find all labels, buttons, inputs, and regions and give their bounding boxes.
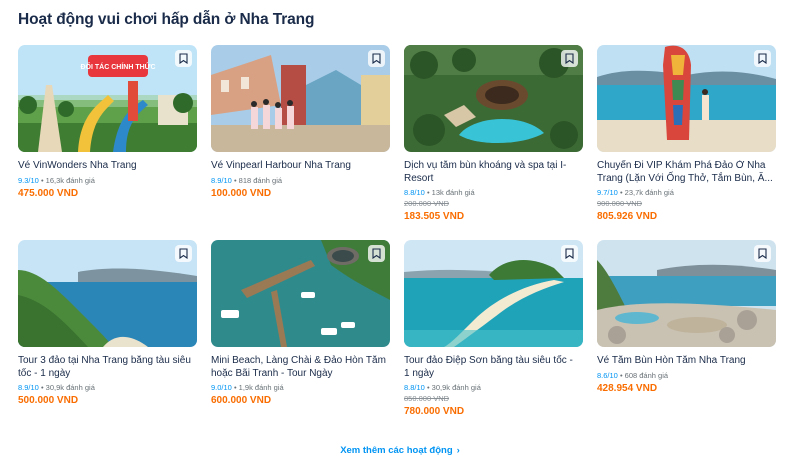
activity-title[interactable]: Mini Beach, Làng Chài & Đảo Hòn Tằm hoặc… [211, 355, 390, 380]
activity-card-vip-island-trip[interactable]: Chuyến Đi VIP Khám Phá Đảo Ở Nha Trang (… [597, 45, 776, 240]
rating-score: 8.6/10 [597, 370, 618, 380]
rating-score: 8.8/10 [404, 188, 425, 197]
bookmark-icon[interactable] [368, 245, 385, 262]
original-price: 200.000 VND [404, 199, 450, 208]
vinwonders-photo: ĐỐI TÁC CHÍNH THỨC [18, 45, 197, 152]
activity-card-mini-beach[interactable]: Mini Beach, Làng Chài & Đảo Hòn Tằm hoặc… [211, 240, 390, 435]
rating-score: 9.3/10 [18, 175, 39, 185]
review-count: 13k đánh giá [431, 188, 475, 197]
rating: 9.3/10 • 16,3k đánh giá [18, 175, 95, 185]
activity-card-hon-tam-mud-bath[interactable]: Vé Tắm Bùn Hòn Tằm Nha Trang 8.6/10 • 60… [597, 240, 776, 435]
activity-title[interactable]: Vé Vinpearl Harbour Nha Trang [211, 160, 390, 173]
activity-title[interactable]: Vé VinWonders Nha Trang [18, 160, 197, 173]
rating: 9.0/10 • 1,9k đánh giá [211, 383, 284, 392]
price: 805.926 VND [597, 211, 658, 222]
see-more-activities-link[interactable]: Xem thêm các hoạt động › [0, 445, 800, 456]
activity-image[interactable] [404, 45, 583, 152]
activity-image[interactable] [211, 240, 390, 347]
bookmark-icon[interactable] [175, 245, 192, 262]
activity-image[interactable]: ĐỐI TÁC CHÍNH THỨC [18, 45, 197, 152]
activity-card-i-resort[interactable]: Dịch vụ tắm bùn khoáng và spa tại I-Reso… [404, 45, 583, 240]
review-count: 23,7k đánh giá [624, 188, 674, 197]
mini-beach-photo [211, 240, 390, 347]
price: 183.505 VND [404, 211, 465, 222]
three-islands-photo [18, 240, 197, 347]
price: 475.000 VND [18, 187, 79, 199]
review-count: 30,9k đánh giá [45, 383, 95, 392]
rating: 9.7/10 • 23,7k đánh giá [597, 188, 674, 197]
activity-title[interactable]: Tour 3 đảo tại Nha Trang bằng tàu siêu t… [18, 355, 197, 380]
rating-score: 9.7/10 [597, 188, 618, 197]
activity-title[interactable]: Dịch vụ tắm bùn khoáng và spa tại I-Reso… [404, 160, 583, 185]
activity-card-diep-son-tour[interactable]: Tour đảo Điệp Sơn bằng tàu siêu tốc - 1 … [404, 240, 583, 435]
price: 500.000 VND [18, 395, 79, 406]
price: 600.000 VND [211, 395, 272, 406]
review-count: 1,9k đánh giá [238, 383, 284, 392]
bookmark-icon[interactable] [561, 245, 578, 262]
hon-tam-photo [597, 240, 776, 347]
activity-title[interactable]: Tour đảo Điệp Sơn bằng tàu siêu tốc - 1 … [404, 355, 583, 380]
bookmark-icon[interactable] [754, 245, 771, 262]
activity-title[interactable]: Chuyến Đi VIP Khám Phá Đảo Ở Nha Trang (… [597, 160, 776, 185]
review-count: 608 đánh giá [624, 370, 669, 380]
activity-image[interactable] [404, 240, 583, 347]
activity-card-vinwonders[interactable]: ĐỐI TÁC CHÍNH THỨC Vé VinWonders Nha Tra… [18, 45, 197, 240]
review-count: 818 đánh giá [238, 175, 283, 185]
chevron-right-icon: › [456, 445, 460, 456]
activity-image[interactable] [18, 240, 197, 347]
activity-card-vinpearl-harbour[interactable]: Vé Vinpearl Harbour Nha Trang 8.9/10 • 8… [211, 45, 390, 240]
vip-island-photo [597, 45, 776, 152]
activity-image[interactable] [597, 240, 776, 347]
section-title: Hoạt động vui chơi hấp dẫn ở Nha Trang [18, 11, 315, 28]
bookmark-icon[interactable] [561, 50, 578, 67]
rating-score: 8.8/10 [404, 383, 425, 392]
price: 780.000 VND [404, 406, 465, 417]
rating: 8.8/10 • 13k đánh giá [404, 188, 475, 197]
activity-card-3-islands-tour[interactable]: Tour 3 đảo tại Nha Trang bằng tàu siêu t… [18, 240, 197, 435]
rating: 8.6/10 • 608 đánh giá [597, 370, 669, 380]
activities-grid: ĐỐI TÁC CHÍNH THỨC Vé VinWonders Nha Tra… [18, 45, 776, 435]
bookmark-icon[interactable] [368, 50, 385, 67]
bookmark-icon[interactable] [754, 50, 771, 67]
vinpearl-harbour-photo [211, 45, 390, 152]
rating: 8.9/10 • 30,9k đánh giá [18, 383, 95, 392]
activity-title[interactable]: Vé Tắm Bùn Hòn Tằm Nha Trang [597, 355, 776, 368]
review-count: 30,9k đánh giá [431, 383, 481, 392]
price: 100.000 VND [211, 187, 272, 199]
rating-score: 8.9/10 [211, 175, 232, 185]
original-price: 850.000 VND [404, 394, 450, 403]
bookmark-icon[interactable] [175, 50, 192, 67]
rating: 8.9/10 • 818 đánh giá [211, 175, 283, 185]
diep-son-photo [404, 240, 583, 347]
see-more-label: Xem thêm các hoạt động [340, 445, 453, 456]
rating-score: 9.0/10 [211, 383, 232, 392]
price: 428.954 VND [597, 382, 658, 394]
rating: 8.8/10 • 30,9k đánh giá [404, 383, 481, 392]
review-count: 16,3k đánh giá [45, 175, 95, 185]
rating-score: 8.9/10 [18, 383, 39, 392]
original-price: 900.000 VND [597, 199, 643, 208]
activity-image[interactable] [211, 45, 390, 152]
activity-image[interactable] [597, 45, 776, 152]
i-resort-photo [404, 45, 583, 152]
